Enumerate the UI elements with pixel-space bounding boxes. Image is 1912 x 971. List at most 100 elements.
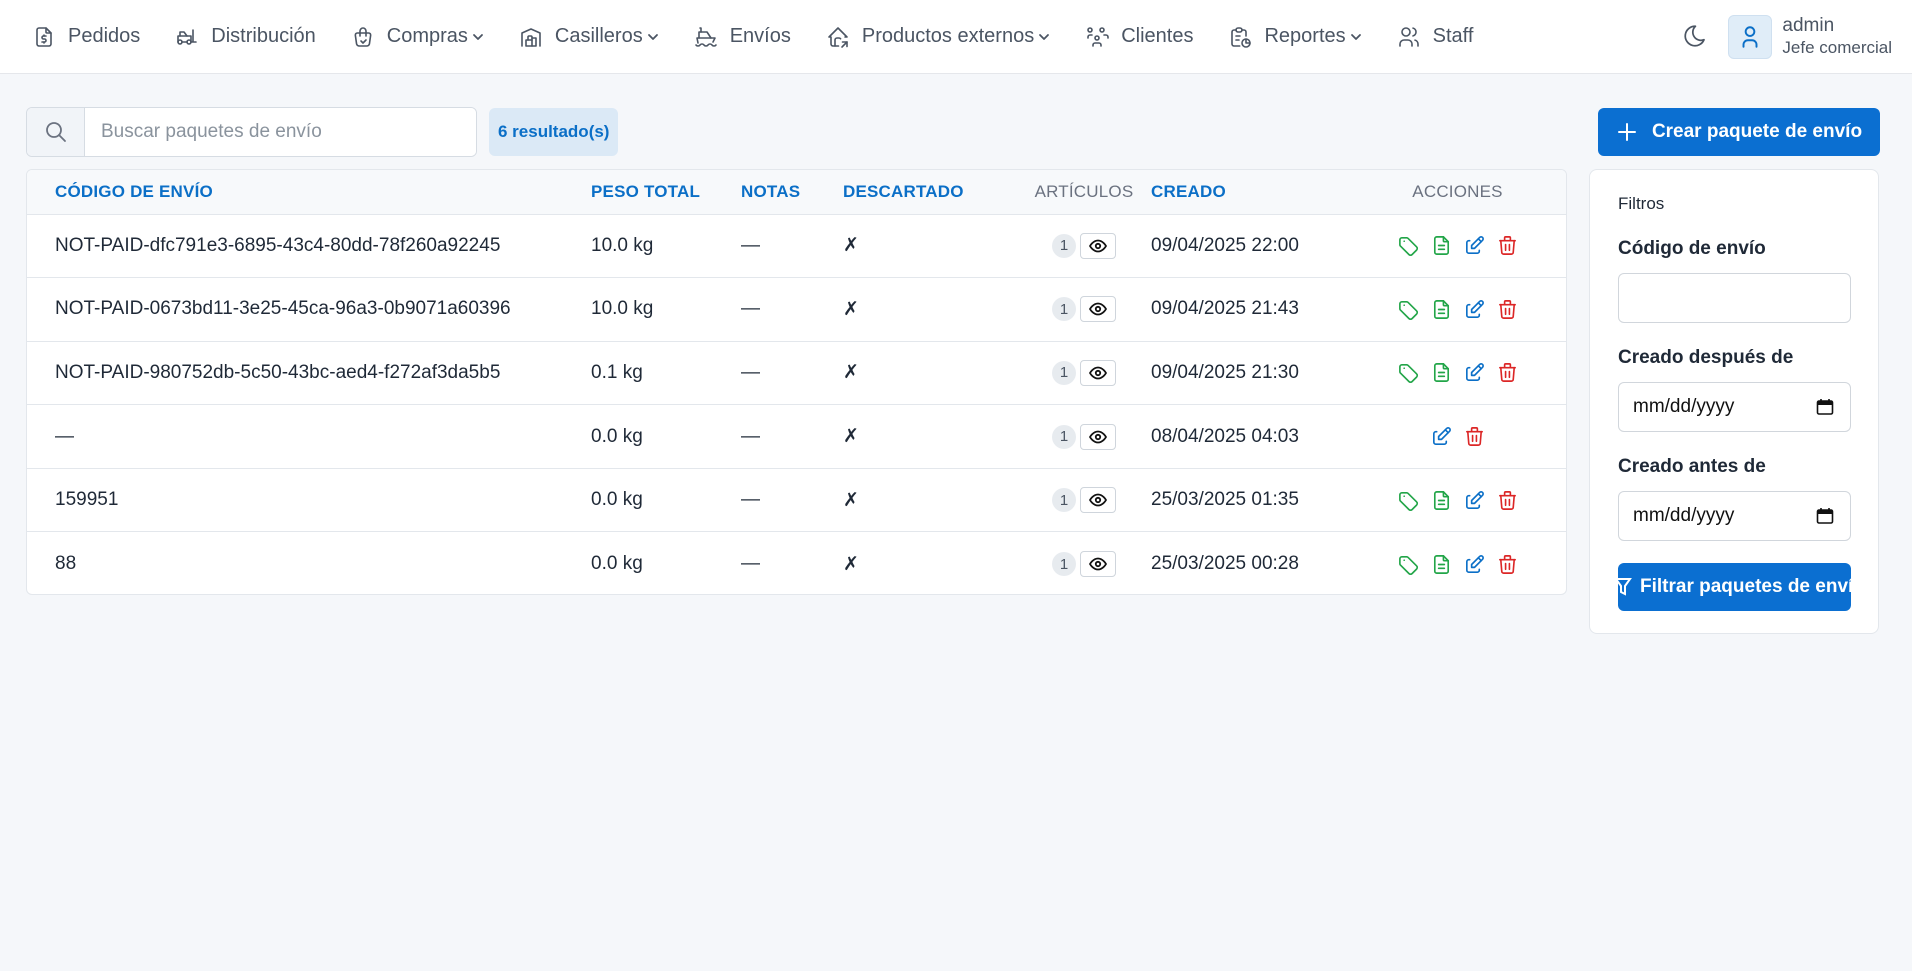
label-button[interactable] bbox=[1397, 553, 1420, 576]
document-button[interactable] bbox=[1430, 361, 1453, 384]
nav-label-staff: Staff bbox=[1432, 25, 1474, 47]
create-package-label: Crear paquete de envío bbox=[1651, 121, 1863, 142]
edit-button[interactable] bbox=[1463, 489, 1486, 512]
cell-weight: 0.0 kg bbox=[591, 425, 643, 447]
delete-button[interactable] bbox=[1496, 553, 1519, 576]
view-articles-button[interactable] bbox=[1080, 232, 1116, 259]
delete-button[interactable] bbox=[1496, 361, 1519, 384]
label-icon bbox=[1398, 300, 1418, 320]
filter-code-input[interactable] bbox=[1618, 273, 1851, 323]
col-header-notes[interactable]: NOTAS bbox=[741, 170, 843, 215]
filter-packages-button[interactable]: Filtrar paquetes de envío bbox=[1618, 563, 1851, 611]
edit-button[interactable] bbox=[1463, 361, 1486, 384]
nav-item-staff[interactable]: Staff bbox=[1397, 0, 1474, 74]
table-row: NOT-PAID-dfc791e3-6895-43c4-80dd-78f260a… bbox=[27, 214, 1566, 278]
cell-articles: 1 bbox=[1017, 405, 1151, 469]
nav-label-clientes: Clientes bbox=[1121, 25, 1194, 47]
document-icon bbox=[1433, 490, 1449, 510]
table-row: 88 0.0 kg — ✗ 1 25/03/2025 00:28 bbox=[27, 532, 1566, 594]
articles-count: 1 bbox=[1052, 360, 1076, 385]
calendar-icon[interactable] bbox=[1816, 398, 1834, 416]
user-info[interactable]: admin Jefe comercial bbox=[1782, 15, 1892, 59]
document-button[interactable] bbox=[1430, 553, 1453, 576]
document-button[interactable] bbox=[1430, 234, 1453, 257]
delete-button[interactable] bbox=[1496, 489, 1519, 512]
edit-button[interactable] bbox=[1463, 553, 1486, 576]
filter-after-placeholder: mm/dd/yyyy bbox=[1633, 396, 1735, 417]
articles-group: 1 bbox=[1017, 551, 1151, 578]
cell-articles: 1 bbox=[1017, 468, 1151, 532]
filter-before-date-input[interactable]: mm/dd/yyyy bbox=[1618, 491, 1851, 541]
nav-item-pedidos[interactable]: Pedidos bbox=[32, 0, 140, 74]
cell-actions bbox=[1349, 405, 1566, 469]
cell-weight: 0.0 kg bbox=[591, 553, 643, 575]
document-button[interactable] bbox=[1430, 489, 1453, 512]
delete-icon bbox=[1498, 490, 1516, 510]
chevron-down-icon bbox=[473, 33, 483, 40]
calendar-icon[interactable] bbox=[1816, 507, 1834, 525]
table-header-row: CÓDIGO DE ENVÍO PESO TOTAL NOTAS DESCART… bbox=[27, 170, 1566, 215]
view-articles-button[interactable] bbox=[1080, 359, 1116, 386]
col-header-discarded[interactable]: DESCARTADO bbox=[843, 170, 1017, 215]
cell-notes: — bbox=[741, 553, 760, 575]
nav-label-distribucion: Distribución bbox=[211, 25, 316, 47]
edit-button[interactable] bbox=[1463, 298, 1486, 321]
users-group-icon bbox=[1087, 26, 1110, 47]
label-icon bbox=[1398, 364, 1418, 384]
view-articles-button[interactable] bbox=[1080, 423, 1116, 450]
nav-item-clientes[interactable]: Clientes bbox=[1085, 0, 1193, 74]
eye-icon bbox=[1089, 557, 1107, 571]
nav-label-productos-externos: Productos externos bbox=[861, 25, 1035, 47]
nav-item-casilleros[interactable]: Casilleros bbox=[519, 0, 659, 74]
nav-item-envios[interactable]: Envíos bbox=[694, 0, 791, 74]
label-button[interactable] bbox=[1397, 361, 1420, 384]
view-articles-button[interactable] bbox=[1080, 551, 1116, 578]
col-header-created[interactable]: CREADO bbox=[1151, 170, 1349, 215]
col-header-weight[interactable]: PESO TOTAL bbox=[591, 170, 741, 215]
search-input[interactable] bbox=[85, 108, 476, 156]
nav-item-compras[interactable]: Compras bbox=[351, 0, 484, 74]
delete-button[interactable] bbox=[1496, 298, 1519, 321]
search-bar bbox=[26, 107, 477, 157]
moon-icon bbox=[1684, 25, 1706, 47]
document-icon bbox=[1433, 236, 1449, 256]
dark-mode-toggle[interactable] bbox=[1682, 23, 1710, 51]
nav-item-reportes[interactable]: Reportes bbox=[1228, 0, 1361, 74]
view-articles-button[interactable] bbox=[1080, 487, 1116, 514]
label-button[interactable] bbox=[1397, 489, 1420, 512]
articles-count: 1 bbox=[1052, 424, 1076, 449]
label-icon bbox=[1398, 491, 1418, 511]
view-articles-button[interactable] bbox=[1080, 296, 1116, 323]
file-dollar-icon bbox=[36, 26, 52, 47]
cell-discarded: ✗ bbox=[843, 235, 859, 257]
delete-button[interactable] bbox=[1463, 425, 1486, 448]
cell-created: 09/04/2025 22:00 bbox=[1151, 234, 1299, 256]
user-name: admin bbox=[1782, 15, 1835, 36]
cell-articles: 1 bbox=[1017, 278, 1151, 342]
nav-item-distribucion[interactable]: Distribución bbox=[175, 0, 316, 74]
nav-item-productos-externos[interactable]: Productos externos bbox=[826, 0, 1050, 74]
filter-after-date-input[interactable]: mm/dd/yyyy bbox=[1618, 382, 1851, 432]
edit-icon bbox=[1465, 236, 1484, 255]
label-button[interactable] bbox=[1397, 234, 1420, 257]
row-actions bbox=[1349, 425, 1566, 448]
shopping-bag-icon bbox=[354, 26, 372, 47]
cell-actions bbox=[1349, 214, 1566, 278]
edit-button[interactable] bbox=[1430, 425, 1453, 448]
filter-icon bbox=[1618, 578, 1632, 596]
edit-button[interactable] bbox=[1463, 234, 1486, 257]
eye-icon bbox=[1089, 430, 1107, 443]
create-package-button[interactable]: Crear paquete de envío bbox=[1598, 108, 1880, 156]
avatar[interactable] bbox=[1728, 15, 1773, 59]
search-icon-box bbox=[27, 108, 85, 156]
document-button[interactable] bbox=[1430, 298, 1453, 321]
table-row: — 0.0 kg — ✗ 1 08/04/2025 04:03 bbox=[27, 405, 1566, 469]
cell-discarded: ✗ bbox=[843, 553, 859, 575]
col-header-code[interactable]: CÓDIGO DE ENVÍO bbox=[27, 170, 591, 215]
plus-icon bbox=[1617, 123, 1636, 141]
filters-panel: Filtros Código de envío Creado después d… bbox=[1589, 169, 1879, 634]
label-button[interactable] bbox=[1397, 298, 1420, 321]
cell-discarded: ✗ bbox=[843, 298, 859, 320]
table-row: 159951 0.0 kg — ✗ 1 25/03/2025 01:35 bbox=[27, 468, 1566, 532]
delete-button[interactable] bbox=[1496, 234, 1519, 257]
